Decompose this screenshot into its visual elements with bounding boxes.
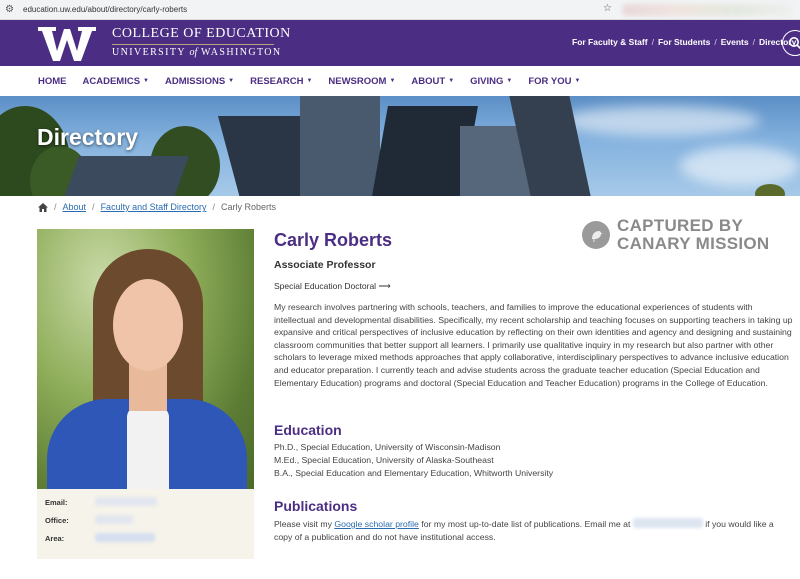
nav-for-you[interactable]: FOR YOU ▼ bbox=[528, 76, 580, 87]
office-redacted bbox=[95, 515, 133, 524]
degree-phd: Ph.D., Special Education, University of … bbox=[274, 442, 501, 452]
google-scholar-link[interactable]: Google scholar profile bbox=[334, 519, 419, 529]
arrow-right-icon: ⟶ bbox=[378, 281, 391, 291]
utility-nav: For Faculty & Staff / For Students / Eve… bbox=[572, 37, 797, 47]
utility-link-faculty-staff[interactable]: For Faculty & Staff bbox=[572, 37, 648, 47]
area-redacted bbox=[95, 533, 155, 542]
degree-ba: B.A., Special Education and Elementary E… bbox=[274, 468, 554, 478]
watermark-line2: CANARY MISSION bbox=[617, 234, 770, 253]
email-redacted bbox=[95, 497, 157, 506]
area-label: Area: bbox=[45, 534, 65, 543]
breadcrumb-directory[interactable]: Faculty and Staff Directory bbox=[101, 202, 207, 212]
utility-link-students[interactable]: For Students bbox=[658, 37, 710, 47]
search-icon bbox=[789, 37, 800, 50]
profile-title: Associate Professor bbox=[274, 259, 376, 271]
publications-heading: Publications bbox=[274, 498, 358, 514]
caret-down-icon: ▼ bbox=[448, 78, 455, 84]
profile-bio: My research involves partnering with sch… bbox=[274, 302, 793, 388]
canary-bird-icon bbox=[582, 221, 610, 249]
url-field[interactable]: education.uw.edu/about/directory/carly-r… bbox=[23, 5, 187, 14]
watermark-line1: CAPTURED BY bbox=[617, 216, 744, 235]
education-heading: Education bbox=[274, 422, 342, 438]
header-divider bbox=[112, 44, 274, 45]
caret-down-icon: ▼ bbox=[228, 78, 235, 84]
caret-down-icon: ▼ bbox=[506, 78, 513, 84]
search-button[interactable] bbox=[782, 30, 800, 56]
nav-newsroom[interactable]: NEWSROOM ▼ bbox=[328, 76, 395, 87]
email-label: Email: bbox=[45, 498, 68, 507]
contact-info: Email: Office: Area: bbox=[37, 489, 254, 559]
uw-logo-icon[interactable] bbox=[36, 25, 98, 63]
browser-address-bar: ⚙ education.uw.edu/about/directory/carly… bbox=[0, 0, 800, 20]
caret-down-icon: ▼ bbox=[306, 78, 313, 84]
home-icon[interactable] bbox=[38, 202, 48, 212]
nav-research[interactable]: RESEARCH ▼ bbox=[250, 76, 312, 87]
breadcrumb: / About / Faculty and Staff Directory / … bbox=[38, 202, 276, 212]
main-nav: HOME ACADEMICS ▼ ADMISSIONS ▼ RESEARCH ▼ NE… bbox=[0, 66, 800, 96]
profile-photo bbox=[37, 229, 254, 489]
nav-about[interactable]: ABOUT ▼ bbox=[411, 76, 454, 87]
utility-link-events[interactable]: Events bbox=[721, 37, 749, 47]
nav-academics[interactable]: ACADEMICS ▼ bbox=[83, 76, 149, 87]
blurred-extensions bbox=[622, 4, 792, 16]
bookmark-star-icon[interactable]: ☆ bbox=[603, 3, 612, 14]
profile-name: Carly Roberts bbox=[274, 230, 393, 250]
breadcrumb-about[interactable]: About bbox=[63, 202, 87, 212]
university-name[interactable]: UNIVERSITY of WASHINGTON bbox=[112, 47, 282, 58]
caret-down-icon: ▼ bbox=[574, 78, 581, 84]
publications-text: Please visit my Google scholar profile f… bbox=[274, 518, 774, 542]
degree-med: M.Ed., Special Education, University of … bbox=[274, 455, 494, 465]
breadcrumb-current: Carly Roberts bbox=[220, 202, 276, 212]
program-link[interactable]: Special Education Doctoral ⟶ bbox=[274, 281, 391, 292]
site-info-icon[interactable]: ⚙ bbox=[5, 4, 17, 15]
email-redacted-inline bbox=[632, 518, 703, 528]
page-title: Directory bbox=[37, 124, 138, 150]
caret-down-icon: ▼ bbox=[389, 78, 396, 84]
nav-home[interactable]: HOME bbox=[38, 76, 67, 87]
watermark: CAPTURED BY CANARY MISSION bbox=[582, 217, 770, 253]
nav-admissions[interactable]: ADMISSIONS ▼ bbox=[165, 76, 234, 87]
site-header: COLLEGE OF EDUCATION UNIVERSITY of WASHI… bbox=[0, 20, 800, 66]
office-label: Office: bbox=[45, 516, 69, 525]
college-name[interactable]: COLLEGE OF EDUCATION bbox=[112, 26, 291, 42]
nav-giving[interactable]: GIVING ▼ bbox=[470, 76, 512, 87]
caret-down-icon: ▼ bbox=[143, 78, 149, 84]
